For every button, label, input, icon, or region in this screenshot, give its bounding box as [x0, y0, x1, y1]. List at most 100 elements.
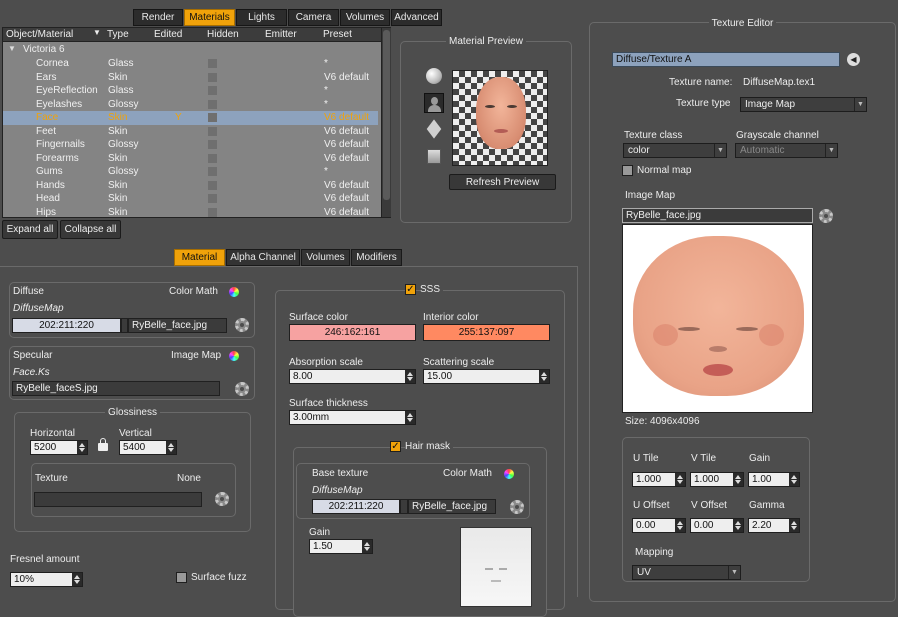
- table-row[interactable]: Hips Skin V6 default: [3, 206, 378, 220]
- table-row[interactable]: Hands Skin V6 default: [3, 179, 378, 193]
- base-mode-label[interactable]: Color Math: [443, 468, 492, 479]
- expand-all-button[interactable]: Expand all: [2, 220, 58, 239]
- sss-checkbox[interactable]: ✓: [405, 284, 416, 295]
- color-wheel-icon[interactable]: [229, 287, 239, 297]
- gear-icon[interactable]: [510, 500, 524, 514]
- tab-material[interactable]: Material: [174, 249, 225, 266]
- glossiness-texture-field[interactable]: [34, 492, 202, 507]
- table-row[interactable]: Gums Glossy *: [3, 165, 378, 179]
- tab-lights[interactable]: Lights: [236, 9, 287, 26]
- group-row[interactable]: ▼ Victoria 6: [3, 43, 381, 56]
- table-row[interactable]: Cornea Glass *: [3, 57, 378, 71]
- mapping-select[interactable]: UV ▼: [632, 565, 741, 580]
- specular-texture-field[interactable]: RyBelle_faceS.jpg: [12, 381, 220, 396]
- table-row[interactable]: EyeReflection Glass *: [3, 84, 378, 98]
- v-offset-stepper[interactable]: 0.00: [690, 518, 744, 533]
- color-wheel-icon[interactable]: [229, 351, 239, 361]
- vertical-stepper[interactable]: 5400: [119, 440, 177, 455]
- tab-volumes-sub[interactable]: Volumes: [301, 249, 350, 266]
- table-row[interactable]: Face Skin Y V6 default: [3, 111, 378, 125]
- diffuse-color-swatch[interactable]: [121, 318, 128, 333]
- col-edited[interactable]: Edited: [154, 29, 182, 40]
- base-color-field[interactable]: 202:211:220: [312, 499, 400, 514]
- lock-icon[interactable]: [98, 438, 108, 451]
- diffuse-color-field[interactable]: 202:211:220: [12, 318, 121, 333]
- hair-mask-checkbox[interactable]: ✓: [390, 441, 401, 452]
- tab-camera[interactable]: Camera: [288, 9, 339, 26]
- texture-type-select[interactable]: Image Map ▼: [740, 97, 867, 112]
- gear-icon[interactable]: [235, 318, 249, 332]
- col-object-material[interactable]: Object/Material: [6, 29, 73, 40]
- image-file-field[interactable]: RyBelle_face.jpg: [622, 208, 813, 223]
- hidden-toggle[interactable]: [208, 113, 217, 122]
- diffuse-mode-label[interactable]: Color Math: [169, 286, 218, 297]
- col-preset[interactable]: Preset: [323, 29, 352, 40]
- fresnel-stepper[interactable]: 10%: [10, 572, 83, 587]
- v-tile-stepper[interactable]: 1.000: [690, 472, 744, 487]
- head-icon[interactable]: [424, 93, 444, 113]
- tex-gain-stepper[interactable]: 1.00: [748, 472, 800, 487]
- tab-render[interactable]: Render: [133, 9, 183, 26]
- horizontal-stepper[interactable]: 5200: [30, 440, 88, 455]
- scattering-stepper[interactable]: 15.00: [423, 369, 550, 384]
- expand-triangle-icon[interactable]: ▼: [8, 44, 16, 53]
- tab-materials[interactable]: Materials: [184, 9, 235, 26]
- base-color-swatch[interactable]: [400, 499, 408, 514]
- specular-mode-label[interactable]: Image Map: [171, 350, 221, 361]
- table-row[interactable]: Head Skin V6 default: [3, 192, 378, 206]
- gamma-stepper[interactable]: 2.20: [748, 518, 800, 533]
- cell-name: EyeReflection: [36, 85, 98, 96]
- tab-alpha-channel[interactable]: Alpha Channel: [226, 249, 300, 266]
- gear-icon[interactable]: [235, 382, 249, 396]
- grayscale-select[interactable]: Automatic ▼: [735, 143, 838, 158]
- table-scrollbar[interactable]: [381, 28, 391, 217]
- refresh-preview-button[interactable]: Refresh Preview: [449, 174, 556, 190]
- hidden-toggle[interactable]: [208, 194, 217, 203]
- u-tile-stepper[interactable]: 1.000: [632, 472, 686, 487]
- hidden-toggle[interactable]: [208, 207, 217, 217]
- color-wheel-icon[interactable]: [504, 469, 514, 479]
- hidden-toggle[interactable]: [208, 99, 217, 109]
- sphere-icon[interactable]: [426, 68, 442, 84]
- thickness-stepper[interactable]: 3.00mm: [289, 410, 416, 425]
- tab-advanced[interactable]: Advanced: [391, 9, 442, 26]
- hidden-toggle[interactable]: [208, 72, 217, 82]
- gain-stepper[interactable]: 1.50: [309, 539, 373, 554]
- hidden-toggle[interactable]: [208, 167, 217, 176]
- surface-fuzz-checkbox[interactable]: [176, 572, 187, 583]
- tab-modifiers[interactable]: Modifiers: [351, 249, 402, 266]
- base-texture-field[interactable]: RyBelle_face.jpg: [408, 499, 496, 514]
- table-row[interactable]: Feet Skin V6 default: [3, 125, 378, 139]
- gear-icon[interactable]: [215, 492, 229, 506]
- specular-map-name: Face.Ks: [13, 367, 50, 378]
- u-offset-stepper[interactable]: 0.00: [632, 518, 686, 533]
- table-row[interactable]: Eyelashes Glossy *: [3, 98, 378, 112]
- plane-icon[interactable]: [427, 149, 441, 164]
- col-type[interactable]: Type: [107, 29, 129, 40]
- hidden-toggle[interactable]: [208, 126, 217, 136]
- absorption-stepper[interactable]: 8.00: [289, 369, 416, 384]
- scrollbar-thumb[interactable]: [383, 30, 390, 200]
- sort-arrow-icon[interactable]: ▼: [93, 28, 101, 37]
- gear-icon[interactable]: [819, 209, 833, 223]
- hidden-toggle[interactable]: [208, 59, 217, 68]
- surface-color-field[interactable]: 246:162:161: [289, 324, 416, 341]
- tab-volumes[interactable]: Volumes: [340, 9, 390, 26]
- table-row[interactable]: Fingernails Glossy V6 default: [3, 138, 378, 152]
- normal-map-checkbox[interactable]: [622, 165, 633, 176]
- table-row[interactable]: Forearms Skin V6 default: [3, 152, 378, 166]
- col-emitter[interactable]: Emitter: [265, 29, 297, 40]
- hidden-toggle[interactable]: [208, 153, 217, 163]
- texture-class-select[interactable]: color ▼: [623, 143, 727, 158]
- back-arrow-icon[interactable]: ◀: [847, 53, 860, 66]
- hidden-toggle[interactable]: [208, 86, 217, 95]
- cube-icon[interactable]: [426, 119, 442, 139]
- collapse-all-button[interactable]: Collapse all: [60, 220, 121, 239]
- col-hidden[interactable]: Hidden: [207, 29, 239, 40]
- interior-color-field[interactable]: 255:137:097: [423, 324, 550, 341]
- base-texture-panel: Base texture Color Math DiffuseMap 202:2…: [296, 463, 530, 519]
- hidden-toggle[interactable]: [208, 180, 217, 190]
- table-row[interactable]: Ears Skin V6 default: [3, 71, 378, 85]
- diffuse-texture-field[interactable]: RyBelle_face.jpg: [128, 318, 227, 333]
- hidden-toggle[interactable]: [208, 140, 217, 149]
